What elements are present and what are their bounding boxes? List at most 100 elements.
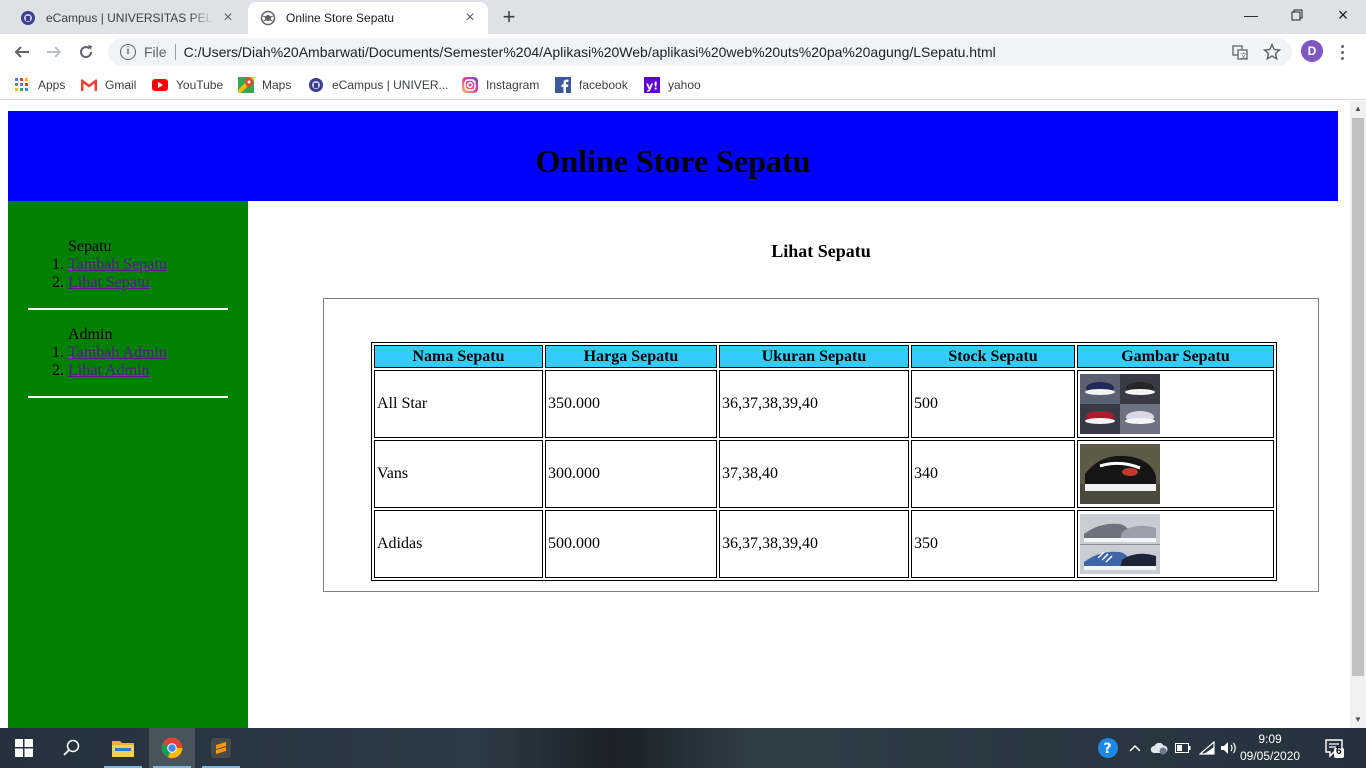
scrollbar-thumb[interactable] [1352,118,1364,676]
column-header: Harga Sepatu [545,345,717,368]
bookmark-youtube[interactable]: YouTube [152,76,223,94]
bookmark-label: Apps [38,78,66,92]
shoe-table: Nama Sepatu Harga Sepatu Ukuran Sepatu S… [371,342,1277,581]
table-header-row: Nama Sepatu Harga Sepatu Ukuran Sepatu S… [374,345,1274,368]
campus-seal-icon [308,77,324,93]
divider [28,396,228,398]
bookmark-facebook[interactable]: facebook [555,76,628,94]
cell-ukuran: 37,38,40 [719,440,909,508]
link-lihat-sepatu[interactable]: Lihat Sepatu [68,274,149,291]
bookmark-label: yahoo [668,78,701,92]
url-text[interactable]: C:/Users/Diah%20Ambarwati/Documents/Seme… [184,44,996,60]
cell-gambar [1077,510,1274,578]
bookmark-maps[interactable]: Maps [238,76,291,94]
volume-icon[interactable] [1219,738,1239,758]
menu-section-admin: Admin Tambah Admin Lihat Admin [28,326,228,398]
yahoo-icon: y! [644,77,660,93]
restore-icon[interactable] [1274,0,1320,30]
battery-icon[interactable] [1173,738,1193,758]
back-arrow-icon[interactable] [10,40,34,64]
close-tab-icon[interactable]: × [462,10,478,26]
vans-shoe-photo [1080,444,1160,504]
notification-count: 6 [1336,746,1342,757]
cell-gambar [1077,370,1274,438]
converse-all-star-photo [1080,374,1160,434]
scroll-down-arrow-icon[interactable]: ▼ [1350,712,1366,728]
table-row: Vans 300.000 37,38,40 340 [374,440,1274,508]
column-header: Stock Sepatu [911,345,1075,368]
more-menu-icon[interactable] [1334,40,1350,64]
taskbar-sublime-text[interactable] [198,728,244,768]
help-icon[interactable]: ? [1097,737,1119,759]
notification-center-icon[interactable]: 6 [1322,738,1346,758]
link-tambah-admin[interactable]: Tambah Admin [68,344,167,361]
close-window-icon[interactable]: × [1320,0,1366,30]
cell-nama: All Star [374,370,543,438]
translate-icon[interactable]: 文 [1228,38,1252,66]
link-tambah-sepatu[interactable]: Tambah Sepatu [68,256,167,273]
taskbar-chrome[interactable] [149,728,195,768]
bookmark-ecampus[interactable]: eCampus | UNIVER... [308,76,448,94]
info-icon[interactable]: i [120,44,136,60]
file-explorer-icon [112,741,134,757]
content-title: Lihat Sepatu [771,241,871,261]
sidebar: Sepatu Tambah Sepatu Lihat Sepatu Admin … [8,201,248,728]
bookmark-label: Instagram [486,78,540,92]
search-button[interactable] [48,728,96,768]
column-header: Gambar Sepatu [1077,345,1274,368]
page-title: Online Store Sepatu [535,143,811,179]
scroll-up-arrow-icon[interactable]: ▲ [1350,101,1366,117]
gmail-icon [81,77,97,93]
clock-date: 09/05/2020 [1240,749,1301,763]
svg-text:y!: y! [646,80,658,93]
bookmarks-bar: Apps Gmail YouTube Maps eCampus | UNIVER… [0,70,1366,100]
clock-time: 9:09 [1258,732,1282,746]
cell-harga: 350.000 [545,370,717,438]
star-bookmark-icon[interactable] [1260,38,1284,66]
table-row: Adidas 500.000 36,37,38,39,40 350 [374,510,1274,578]
address-bar[interactable]: i File C:/Users/Diah%20Ambarwati/Documen… [108,38,1292,66]
bookmark-gmail[interactable]: Gmail [81,76,136,94]
chevron-up-icon[interactable] [1125,738,1145,758]
reload-icon[interactable] [74,40,98,64]
maps-icon [238,77,254,93]
bookmark-apps[interactable]: Apps [14,76,65,94]
bookmark-label: YouTube [176,78,224,92]
column-header: Ukuran Sepatu [719,345,909,368]
tab-online-store[interactable]: Online Store Sepatu × [248,2,488,34]
vertical-scrollbar[interactable]: ▲ ▼ [1350,101,1366,728]
bookmark-yahoo[interactable]: y! yahoo [644,76,701,94]
cell-harga: 300.000 [545,440,717,508]
system-clock[interactable]: 9:09 09/05/2020 [1240,731,1300,765]
sublime-text-icon [211,738,231,758]
close-tab-icon[interactable]: × [220,10,236,26]
profile-avatar[interactable]: D [1301,40,1323,62]
tab-title: eCampus | UNIVERSITAS PELITA BANGSA [46,11,214,25]
wifi-icon[interactable] [1197,738,1217,758]
chrome-icon [161,737,183,759]
tab-ecampus[interactable]: eCampus | UNIVERSITAS PELITA BANGSA × [8,2,246,34]
url-scheme: File [144,44,167,60]
minimize-icon[interactable]: — [1228,0,1274,30]
campus-seal-icon [20,10,36,26]
link-lihat-admin[interactable]: Lihat Admin [68,362,149,379]
cell-ukuran: 36,37,38,39,40 [719,370,909,438]
bookmark-instagram[interactable]: Instagram [462,76,539,94]
cell-gambar [1077,440,1274,508]
main-content: Lihat Sepatu Nama Sepatu Harga Sepatu Uk… [248,201,1338,728]
taskbar-file-explorer[interactable] [100,728,146,768]
menu-list: Tambah Sepatu Lihat Sepatu [68,256,228,292]
forward-arrow-icon[interactable] [42,40,66,64]
instagram-icon [462,77,478,93]
start-button[interactable] [0,728,48,768]
cloud-sync-icon[interactable] [1149,738,1169,758]
menu-item: Tambah Sepatu [68,256,228,274]
new-tab-button[interactable]: + [498,6,520,29]
cell-nama: Adidas [374,510,543,578]
menu-list: Tambah Admin Lihat Admin [68,344,228,380]
divider [174,44,176,60]
cell-nama: Vans [374,440,543,508]
cell-stock: 340 [911,440,1075,508]
svg-text:?: ? [1104,741,1112,757]
bookmark-label: facebook [579,78,628,92]
